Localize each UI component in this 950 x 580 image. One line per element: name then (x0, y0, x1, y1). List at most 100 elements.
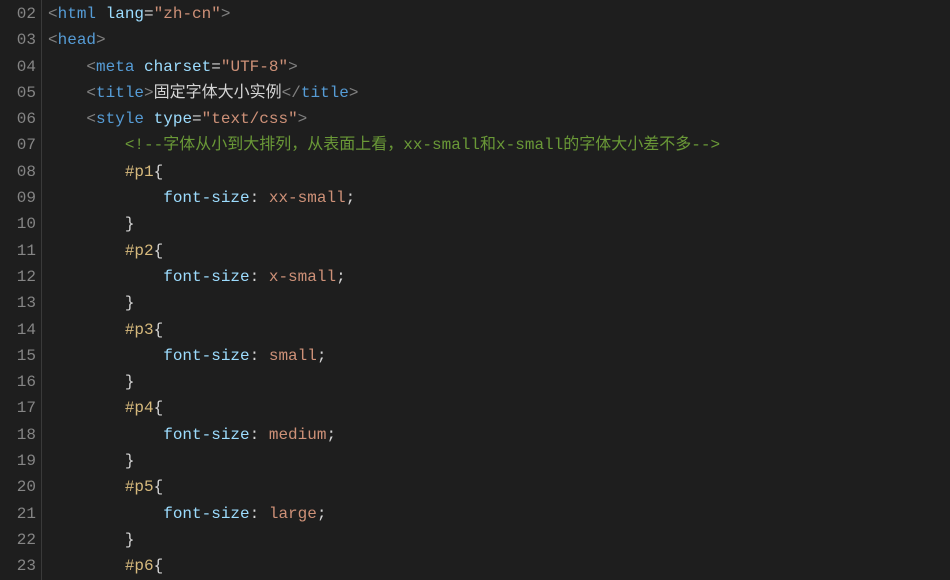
token: </ (282, 84, 301, 102)
token: } (125, 294, 135, 312)
token: style (96, 110, 144, 128)
line-number: 12 (0, 264, 36, 290)
code-line[interactable]: #p3{ (48, 317, 950, 343)
token: small (269, 347, 317, 365)
token: < (86, 58, 96, 76)
line-number: 13 (0, 290, 36, 316)
token: { (154, 163, 164, 181)
line-number-gutter: 0203040506070809101112131415161718192021… (0, 0, 42, 580)
token: ; (336, 268, 346, 286)
token: : (250, 505, 269, 523)
line-number: 18 (0, 422, 36, 448)
token: > (298, 110, 308, 128)
token: < (86, 84, 96, 102)
line-number: 21 (0, 501, 36, 527)
token: "zh-cn" (154, 5, 221, 23)
token: { (154, 242, 164, 260)
line-number: 19 (0, 448, 36, 474)
code-line[interactable]: <!--字体从小到大排列，从表面上看，xx-small和x-small的字体大小… (48, 132, 950, 158)
token: x-small (269, 268, 336, 286)
token: #p2 (125, 242, 154, 260)
token: = (144, 5, 154, 23)
line-number: 11 (0, 238, 36, 264)
code-line[interactable]: #p1{ (48, 159, 950, 185)
line-number: 06 (0, 106, 36, 132)
token: ; (317, 505, 327, 523)
code-line[interactable]: #p2{ (48, 238, 950, 264)
line-number: 05 (0, 80, 36, 106)
token: > (288, 58, 298, 76)
line-number: 15 (0, 343, 36, 369)
line-number: 16 (0, 369, 36, 395)
token: > (221, 5, 231, 23)
token: title (96, 84, 144, 102)
token: ; (346, 189, 356, 207)
token: } (125, 531, 135, 549)
code-line[interactable]: } (48, 290, 950, 316)
token: : (250, 426, 269, 444)
token: "UTF-8" (221, 58, 288, 76)
token: html (58, 5, 96, 23)
token: ; (326, 426, 336, 444)
token: charset (144, 58, 211, 76)
token: font-size (163, 505, 249, 523)
token: type (154, 110, 192, 128)
token: #p6 (125, 557, 154, 575)
code-line[interactable]: } (48, 211, 950, 237)
token: title (301, 84, 349, 102)
code-editor[interactable]: 0203040506070809101112131415161718192021… (0, 0, 950, 580)
token: < (86, 110, 96, 128)
token: < (48, 31, 58, 49)
code-line[interactable]: font-size: medium; (48, 422, 950, 448)
code-line[interactable]: font-size: small; (48, 343, 950, 369)
token: } (125, 452, 135, 470)
token: > (144, 84, 154, 102)
code-line[interactable]: <style type="text/css"> (48, 106, 950, 132)
token: < (48, 5, 58, 23)
line-number: 02 (0, 1, 36, 27)
token: head (58, 31, 96, 49)
token: ; (317, 347, 327, 365)
line-number: 10 (0, 211, 36, 237)
token (96, 5, 106, 23)
code-line[interactable]: <head> (48, 27, 950, 53)
token (144, 110, 154, 128)
token: : (250, 268, 269, 286)
code-line[interactable]: font-size: xx-small; (48, 185, 950, 211)
token: xx-small (269, 189, 346, 207)
line-number: 22 (0, 527, 36, 553)
code-line[interactable]: font-size: large; (48, 501, 950, 527)
token: = (211, 58, 221, 76)
token: 固定字体大小实例 (154, 84, 282, 102)
token: medium (269, 426, 327, 444)
token: #p1 (125, 163, 154, 181)
code-line[interactable]: #p5{ (48, 474, 950, 500)
token: { (154, 478, 164, 496)
line-number: 09 (0, 185, 36, 211)
token: font-size (163, 268, 249, 286)
token: { (154, 557, 164, 575)
token: { (154, 321, 164, 339)
code-line[interactable]: font-size: x-small; (48, 264, 950, 290)
code-line[interactable]: <html lang="zh-cn"> (48, 1, 950, 27)
token: font-size (163, 426, 249, 444)
line-number: 14 (0, 317, 36, 343)
token: : (250, 347, 269, 365)
line-number: 20 (0, 474, 36, 500)
code-line[interactable]: #p4{ (48, 395, 950, 421)
code-line[interactable]: #p6{ (48, 553, 950, 579)
token: { (154, 399, 164, 417)
token (134, 58, 144, 76)
token: > (96, 31, 106, 49)
code-area[interactable]: <html lang="zh-cn"><head> <meta charset=… (42, 0, 950, 580)
code-line[interactable]: } (48, 369, 950, 395)
token: > (349, 84, 359, 102)
line-number: 04 (0, 54, 36, 80)
code-line[interactable]: <title>固定字体大小实例</title> (48, 80, 950, 106)
token: = (192, 110, 202, 128)
code-line[interactable]: <meta charset="UTF-8"> (48, 54, 950, 80)
code-line[interactable]: } (48, 527, 950, 553)
line-number: 03 (0, 27, 36, 53)
code-line[interactable]: } (48, 448, 950, 474)
token: "text/css" (202, 110, 298, 128)
